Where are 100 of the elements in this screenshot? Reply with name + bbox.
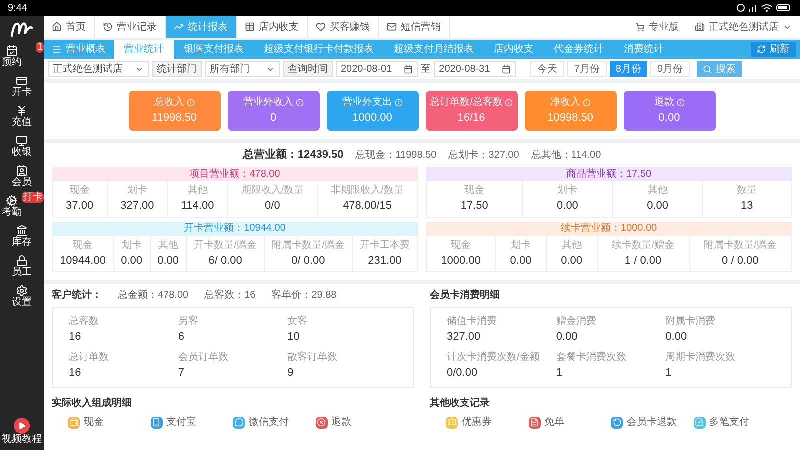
sidebar-item[interactable]: 收银 <box>12 132 32 162</box>
nav-tab[interactable]: 短信营销 <box>379 16 450 38</box>
store-menu[interactable]: 正式绝色测试店 <box>687 16 800 38</box>
date-field[interactable]: 2020-08-31 <box>434 61 516 77</box>
stat-value: 6 <box>178 330 186 345</box>
play-icon <box>14 418 30 434</box>
notification-badge: 打卡 <box>22 192 44 203</box>
cell-value: 6/ 0.00 <box>208 254 242 268</box>
nav-tab[interactable]: 首页 <box>44 16 95 38</box>
status-time: 9:44 <box>8 2 28 16</box>
quick-range-button[interactable]: 7月份 <box>567 61 607 77</box>
cell-value: 1000.00 <box>441 254 481 268</box>
cell-label: 现金 <box>451 238 472 252</box>
sidebar-item[interactable]: 考勤 <box>2 192 22 222</box>
stat-label: 附属卡消费 <box>666 314 717 329</box>
stat-summary: 总金额：478.00 <box>118 288 189 303</box>
card-value: 0.00 <box>658 111 680 126</box>
cell-value: 231.00 <box>368 254 402 268</box>
calendar-icon <box>6 45 18 57</box>
cell-label: 非期限收入/数量 <box>331 184 404 198</box>
cell-value: 0.00 <box>557 199 578 214</box>
income-label: 多笔支付 <box>710 416 750 430</box>
bank-icon <box>16 225 28 237</box>
card-value: 16/16 <box>458 111 486 126</box>
income-label: 退款 <box>332 416 352 430</box>
stat-label: 总订单数 <box>69 350 110 364</box>
card-label: 营业外支出 <box>342 96 392 110</box>
cell-value: 0.00 <box>647 199 669 214</box>
stat-value: 0.00 <box>556 330 579 345</box>
stat-label: 储值卡消费 <box>447 314 498 329</box>
quick-range-button[interactable]: 今天 <box>530 61 564 77</box>
stat-value: 7 <box>178 366 186 380</box>
mail-icon <box>387 22 397 32</box>
total-revenue: 总营业额：12439.50 <box>242 148 344 163</box>
settings-icon <box>16 285 28 297</box>
income-label: 现金 <box>84 416 104 430</box>
sidebar-item[interactable]: 充值 <box>12 102 32 132</box>
field-label: 统计部门 <box>152 61 202 77</box>
stat-label: 计次卡消费次数/金额 <box>447 350 541 364</box>
nav-tab[interactable]: 买客赚钱 <box>308 16 379 38</box>
edition-link[interactable]: 专业版 <box>628 16 687 38</box>
income-label: 优惠券 <box>462 416 492 430</box>
card-label: 总订单数/总客数 <box>430 96 503 110</box>
notification-badge: 1 <box>36 42 44 53</box>
cell-label: 现金 <box>70 184 90 198</box>
income-label: 会员卡退款 <box>627 416 677 430</box>
video-tutorial-button[interactable]: 视频教程 <box>2 418 42 450</box>
stat-value: 16 <box>69 366 82 380</box>
info-icon <box>582 98 590 107</box>
info-icon <box>296 98 304 107</box>
info-icon <box>394 98 402 107</box>
cell-label: 期限收入/数量 <box>241 184 304 198</box>
cell-value: 37.00 <box>66 199 94 214</box>
income-label: 支付宝 <box>166 416 196 430</box>
cell-value: 10944.00 <box>60 254 106 268</box>
cell-label: 开卡工本费 <box>360 238 410 252</box>
revenue-part: 总现金：11998.50 <box>356 148 437 162</box>
sidebar-item[interactable]: 库存 <box>12 222 32 252</box>
home-icon <box>52 22 62 32</box>
card-label: 退款 <box>654 96 674 110</box>
card-value: 0 <box>270 111 277 126</box>
sidebar-item[interactable]: 设置 <box>12 282 32 312</box>
sidebar-item[interactable]: 开卡 <box>12 72 32 102</box>
gears-icon <box>6 195 18 207</box>
department-select[interactable]: 所有部门 <box>205 61 280 77</box>
card-icon <box>16 75 28 87</box>
store-select[interactable]: 正式绝色测试店 <box>48 61 149 77</box>
income-label: 微信支付 <box>249 416 289 430</box>
table-icon <box>245 22 255 32</box>
status-icons-drawing <box>736 3 792 13</box>
revenue-part: 总其他：114.00 <box>531 148 602 162</box>
sidebar-item[interactable]: 预约 <box>2 42 22 72</box>
calendar-icon <box>404 64 414 74</box>
stat-value: 1 <box>666 366 673 380</box>
info-icon <box>676 98 684 107</box>
stat-label: 赠金消费 <box>556 314 598 329</box>
date-field[interactable]: 2020-08-01 <box>336 61 418 77</box>
quick-range-button[interactable]: 9月份 <box>650 61 690 77</box>
card-value: 1000.00 <box>352 111 392 126</box>
card-value: 11998.50 <box>152 111 198 126</box>
heart-icon <box>316 22 326 32</box>
cell-value: 0.00 <box>121 254 142 268</box>
cell-value: 0.00 <box>510 254 532 268</box>
cell-label: 现金 <box>464 184 485 198</box>
logo-icon <box>10 20 34 38</box>
stat-value: 1 <box>556 366 564 380</box>
stat-label: 周期卡消费次数 <box>666 350 737 364</box>
sidebar-item[interactable]: 员工 <box>12 252 32 282</box>
stat-summary: 客单价：29.88 <box>272 288 337 303</box>
sidebar-item[interactable]: 会员 <box>12 162 32 192</box>
cell-label: 其他 <box>158 238 178 252</box>
stat-summary: 总客数：16 <box>204 288 256 303</box>
cell-label: 划卡 <box>511 238 532 252</box>
stat-label: 总客数 <box>69 314 100 329</box>
menu-icon <box>52 44 62 54</box>
income-label: 免单 <box>544 416 564 430</box>
card-label: 总收入 <box>154 96 184 110</box>
nav-tab[interactable]: 店内收支 <box>237 16 308 38</box>
search-icon <box>703 64 712 74</box>
contact-icon <box>16 165 28 177</box>
